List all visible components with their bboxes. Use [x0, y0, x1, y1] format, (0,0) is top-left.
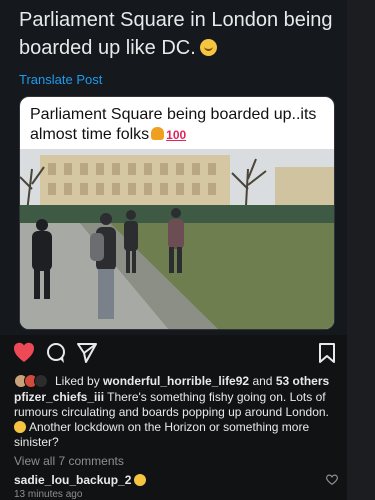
likes-prefix: Liked by [55, 374, 100, 388]
comment-icon[interactable] [47, 343, 65, 363]
liked-by-user-link[interactable]: wonderful_horrible_life92 [103, 374, 249, 388]
hundred-points-icon: 100 [166, 128, 187, 142]
sidebar-strip [347, 0, 375, 500]
comment-username-link[interactable]: sadie_lou_backup_2 [14, 473, 131, 487]
parliament-square-photo [20, 149, 334, 329]
heart-icon[interactable] [14, 342, 34, 362]
timestamp: 13 minutes ago [14, 489, 83, 500]
smirking-face-icon [199, 39, 217, 56]
share-icon[interactable] [77, 343, 97, 363]
view-all-comments-link[interactable]: View all 7 comments [14, 454, 124, 468]
likes-others-link[interactable]: 53 others [276, 374, 329, 388]
flexed-biceps-icon [151, 127, 165, 140]
tweet-body: Parliament Square in London being boarde… [19, 9, 333, 59]
liker-avatars [14, 374, 50, 388]
post-action-icons [14, 342, 335, 363]
caption-username-link[interactable]: pfizer_chiefs_iii [14, 390, 104, 404]
likes-summary: Liked by wonderful_horrible_life92 and 5… [55, 374, 329, 388]
embedded-photo[interactable] [20, 149, 334, 329]
avatar[interactable] [34, 374, 48, 388]
likes-row: Liked by wonderful_horrible_life92 and 5… [14, 374, 354, 390]
caption-text-2: Another lockdown on the Horizon or somet… [14, 420, 310, 449]
translate-post-link[interactable]: Translate Post [19, 72, 102, 87]
grimacing-face-icon [14, 421, 26, 433]
comment-row: sadie_lou_backup_2 [14, 473, 344, 487]
embedded-post[interactable]: Parliament Square being boarded up..its … [19, 96, 335, 330]
tweet-text: Parliament Square in London being boarde… [19, 6, 349, 62]
astonished-face-icon [134, 474, 147, 486]
likes-and: and [252, 374, 273, 388]
embedded-caption: Parliament Square being boarded up..its … [30, 105, 330, 145]
post-actions [14, 342, 344, 364]
comment-like-icon[interactable] [326, 474, 338, 485]
bookmark-icon[interactable] [319, 343, 335, 363]
post-caption: pfizer_chiefs_iii There's something fish… [14, 390, 344, 450]
